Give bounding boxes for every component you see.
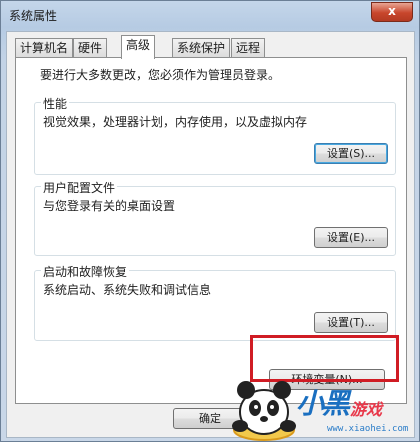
tab-system-protection[interactable]: 系统保护 bbox=[172, 38, 231, 57]
tab-computer-name[interactable]: 计算机名 bbox=[15, 38, 74, 57]
tab-remote[interactable]: 远程 bbox=[231, 38, 266, 57]
user-profiles-group: 用户配置文件 与您登录有关的桌面设置 设置(E)... bbox=[34, 179, 396, 256]
close-icon: x bbox=[388, 4, 396, 18]
startup-recovery-group: 启动和故障恢复 系统启动、系统失败和调试信息 设置(T)... bbox=[34, 263, 396, 341]
panda-mascot-icon bbox=[232, 381, 296, 441]
user-profiles-description: 与您登录有关的桌面设置 bbox=[43, 199, 176, 213]
startup-recovery-group-title: 启动和故障恢复 bbox=[41, 263, 130, 280]
startup-recovery-settings-button[interactable]: 设置(T)... bbox=[314, 312, 388, 333]
window-title: 系统属性 bbox=[9, 9, 58, 23]
performance-description: 视觉效果，处理器计划，内存使用，以及虚拟内存 bbox=[43, 115, 308, 129]
performance-group: 性能 视觉效果，处理器计划，内存使用，以及虚拟内存 设置(S)... bbox=[34, 95, 396, 175]
user-profiles-settings-button[interactable]: 设置(E)... bbox=[314, 227, 388, 248]
user-profiles-group-title: 用户配置文件 bbox=[41, 179, 118, 196]
tab-hardware[interactable]: 硬件 bbox=[73, 38, 108, 57]
startup-recovery-description: 系统启动、系统失败和调试信息 bbox=[43, 283, 212, 297]
admin-notice: 要进行大多数更改，您必须作为管理员登录。 bbox=[40, 68, 281, 82]
title-bar[interactable]: 系统属性 x bbox=[1, 1, 419, 31]
performance-group-title: 性能 bbox=[41, 95, 70, 112]
performance-settings-button[interactable]: 设置(S)... bbox=[314, 143, 388, 164]
tab-advanced[interactable]: 高级 bbox=[121, 35, 156, 59]
close-button[interactable]: x bbox=[371, 2, 413, 22]
